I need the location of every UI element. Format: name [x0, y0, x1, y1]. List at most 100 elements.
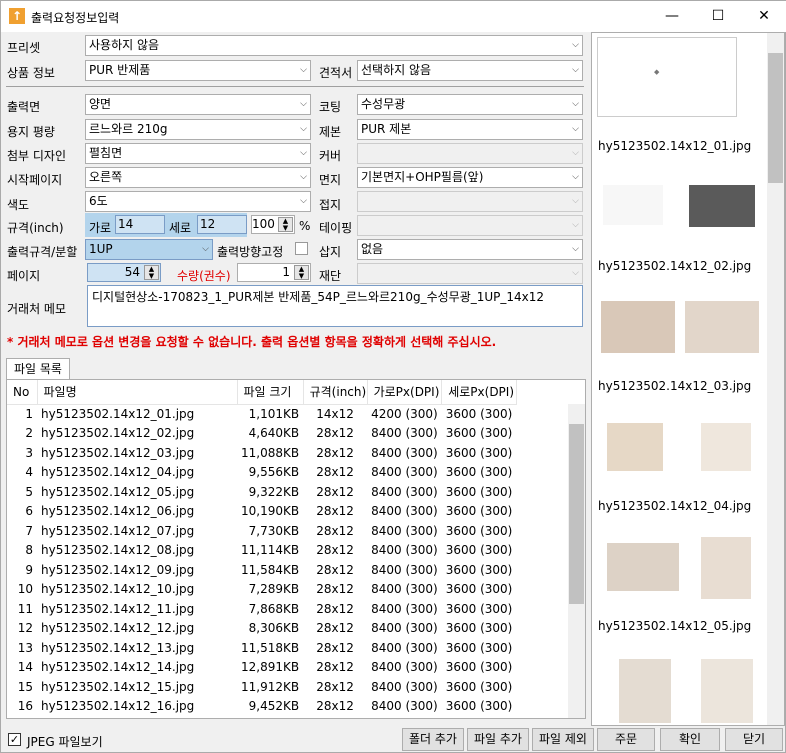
qty-stepper[interactable]: 1 ▲ ▼	[237, 263, 311, 282]
close-button[interactable]: ✕	[741, 1, 786, 32]
spin-arrows-icon[interactable]: ▲ ▼	[294, 265, 309, 280]
attach-select[interactable]: 펼침면 ⌵	[85, 143, 311, 164]
table-cell: 28x12	[316, 660, 354, 675]
table-cell: 8400 (300)	[371, 465, 438, 480]
insert-select[interactable]: 없음 ⌵	[357, 239, 583, 260]
side-select[interactable]: 양면 ⌵	[85, 94, 311, 115]
table-row[interactable]: 9 hy5123502.14x12_09.jpg 11,584KB 28x12 8400…	[7, 560, 516, 580]
thumbnail-2[interactable]	[597, 179, 755, 259]
table-cell: 11,584KB	[241, 562, 300, 577]
add-file-button[interactable]: 파일 추가	[467, 728, 529, 751]
table-cell: 8400 (300)	[371, 426, 438, 441]
col-header-no[interactable]: No	[7, 380, 38, 405]
table-row[interactable]: 17hy5123502.14x12_17.jpg9,418KB28x128400…	[7, 716, 516, 718]
tab-file-list[interactable]: 파일 목록	[6, 358, 70, 380]
col-header-width-px[interactable]: 가로Px(DPI)	[367, 380, 443, 405]
table-cell: hy5123502.14x12_17.jpg	[37, 716, 237, 718]
paper-select[interactable]: 르느와르 210g ⌵	[85, 119, 311, 140]
taping-label: 테이핑	[319, 221, 353, 235]
table-row[interactable]: 15 hy5123502.14x12_15.jpg 11,912KB 28x12 840…	[7, 677, 516, 697]
col-header-filesize[interactable]: 파일 크기	[237, 380, 304, 405]
taping-select[interactable]: ⌵	[357, 215, 583, 236]
jpeg-view-checkbox[interactable]: ✓	[8, 733, 21, 746]
height-input[interactable]: 12	[197, 215, 247, 234]
remove-file-button[interactable]: 파일 제외	[532, 728, 594, 751]
table-cell: 28x12	[303, 716, 367, 718]
width-input[interactable]: 14	[115, 215, 165, 234]
table-row[interactable]: 8 hy5123502.14x12_08.jpg 11,114KB 28x12 8400…	[7, 541, 516, 561]
table-cell: 8,306KB	[248, 621, 300, 636]
table-cell: 28x12	[316, 699, 354, 714]
fold-select[interactable]: ⌵	[357, 191, 583, 212]
table-cell: 15	[17, 679, 33, 694]
chevron-down-icon: ⌵	[572, 99, 579, 109]
thumbnail-1[interactable]: ◆	[597, 37, 737, 117]
memo-textarea[interactable]: 디지털현상소-170823_1_PUR제본 반제품_54P_르느와르210g_수…	[87, 285, 583, 327]
thumbnail-3[interactable]	[597, 299, 759, 379]
table-cell: hy5123502.14x12_13.jpg	[41, 640, 195, 655]
table-cell: 8400 (300)	[371, 523, 438, 538]
table-row[interactable]: 5 hy5123502.14x12_05.jpg 9,322KB 28x12 8400 …	[7, 482, 516, 502]
quote-select[interactable]: 선택하지 않음 ⌵	[357, 60, 583, 81]
col-header-height-px[interactable]: 세로Px(DPI)	[441, 380, 517, 405]
thumbnail-scrollbar[interactable]	[767, 33, 784, 725]
table-row[interactable]: 2 hy5123502.14x12_02.jpg 4,640KB 28x12 8400 …	[7, 424, 516, 444]
thumbnail-label-5: hy5123502.14x12_05.jpg	[598, 619, 752, 633]
col-header-filename[interactable]: 파일명	[37, 380, 238, 405]
table-row[interactable]: 3 hy5123502.14x12_03.jpg 11,088KB 28x12 8400…	[7, 443, 516, 463]
fixdir-checkbox[interactable]	[295, 242, 308, 255]
table-cell: hy5123502.14x12_10.jpg	[41, 582, 195, 597]
cover-select[interactable]: ⌵	[357, 143, 583, 164]
table-cell: 11,088KB	[241, 445, 300, 460]
color-select[interactable]: 6도 ⌵	[85, 191, 311, 212]
table-cell: 3	[25, 445, 33, 460]
maximize-button[interactable]: ☐	[695, 1, 741, 32]
table-row[interactable]: 6 hy5123502.14x12_06.jpg 10,190KB 28x12 8400…	[7, 502, 516, 522]
thumbnail-panel[interactable]: ◆ hy5123502.14x12_01.jpg hy5123502.14x12…	[591, 32, 785, 726]
order-button[interactable]: 주문	[597, 728, 655, 751]
close-dialog-button[interactable]: 닫기	[725, 728, 783, 751]
cut-select[interactable]: ⌵	[357, 263, 583, 284]
outsize-select[interactable]: 1UP ⌵	[85, 239, 213, 260]
table-cell: 3600 (300)	[445, 445, 513, 460]
table-row[interactable]: 1 hy5123502.14x12_01.jpg 1,101KB 14x12 4200 …	[7, 404, 516, 424]
col-header-size[interactable]: 규격(inch)	[303, 380, 368, 405]
scrollbar-thumb[interactable]	[768, 53, 783, 183]
product-select[interactable]: PUR 반제품 ⌵	[85, 60, 311, 81]
page-stepper[interactable]: 54 ▲ ▼	[87, 263, 161, 282]
thumbnail-4[interactable]	[597, 419, 751, 499]
quote-label: 견적서	[319, 66, 353, 80]
file-list[interactable]: No 파일명 파일 크기 규격(inch) 가로Px(DPI) 세로Px(DPI…	[6, 379, 586, 719]
chevron-down-icon: ⌵	[572, 148, 579, 158]
coating-select[interactable]: 수성무광 ⌵	[357, 94, 583, 115]
scrollbar-thumb[interactable]	[569, 424, 584, 604]
table-row[interactable]: 7 hy5123502.14x12_07.jpg 7,730KB 28x12 8400 …	[7, 521, 516, 541]
table-row[interactable]: 14 hy5123502.14x12_14.jpg 12,891KB 28x12 840…	[7, 658, 516, 678]
scale-stepper[interactable]: 100 ▲ ▼	[251, 215, 295, 234]
table-row[interactable]: 10 hy5123502.14x12_10.jpg 7,289KB 28x12 8400…	[7, 580, 516, 600]
preset-select[interactable]: 사용하지 않음 ⌵	[85, 35, 583, 56]
thumbnail-5[interactable]	[597, 533, 751, 613]
table-cell: 11	[17, 601, 33, 616]
endpaper-select[interactable]: 기본면지+OHP필름(앞) ⌵	[357, 167, 583, 188]
thumbnail-6[interactable]	[597, 655, 753, 725]
list-scrollbar[interactable]	[568, 404, 585, 718]
table-row[interactable]: 13 hy5123502.14x12_13.jpg 11,518KB 28x12 840…	[7, 638, 516, 658]
table-row[interactable]: 4 hy5123502.14x12_04.jpg 9,556KB 28x12 8400 …	[7, 463, 516, 483]
table-cell: hy5123502.14x12_12.jpg	[41, 621, 195, 636]
table-row[interactable]: 12 hy5123502.14x12_12.jpg 8,306KB 28x12 8400…	[7, 619, 516, 639]
add-folder-button[interactable]: 폴더 추가	[402, 728, 464, 751]
binding-select[interactable]: PUR 제본 ⌵	[357, 119, 583, 140]
ok-button[interactable]: 확인	[660, 728, 720, 751]
thumbnail-label-4: hy5123502.14x12_04.jpg	[598, 499, 752, 513]
table-cell: 9	[25, 562, 33, 577]
coating-label: 코팅	[319, 100, 342, 114]
jpeg-view-label: JPEG 파일보기	[27, 735, 103, 749]
minimize-button[interactable]: —	[649, 1, 695, 32]
table-row[interactable]: 11 hy5123502.14x12_11.jpg 7,868KB 28x12 8400…	[7, 599, 516, 619]
spin-arrows-icon[interactable]: ▲ ▼	[144, 265, 159, 280]
spin-arrows-icon[interactable]: ▲ ▼	[278, 217, 293, 232]
table-row[interactable]: 16 hy5123502.14x12_16.jpg 9,452KB 28x12 8400…	[7, 697, 516, 717]
start-page-select[interactable]: 오른쪽 ⌵	[85, 167, 311, 188]
table-cell: 14	[17, 660, 33, 675]
